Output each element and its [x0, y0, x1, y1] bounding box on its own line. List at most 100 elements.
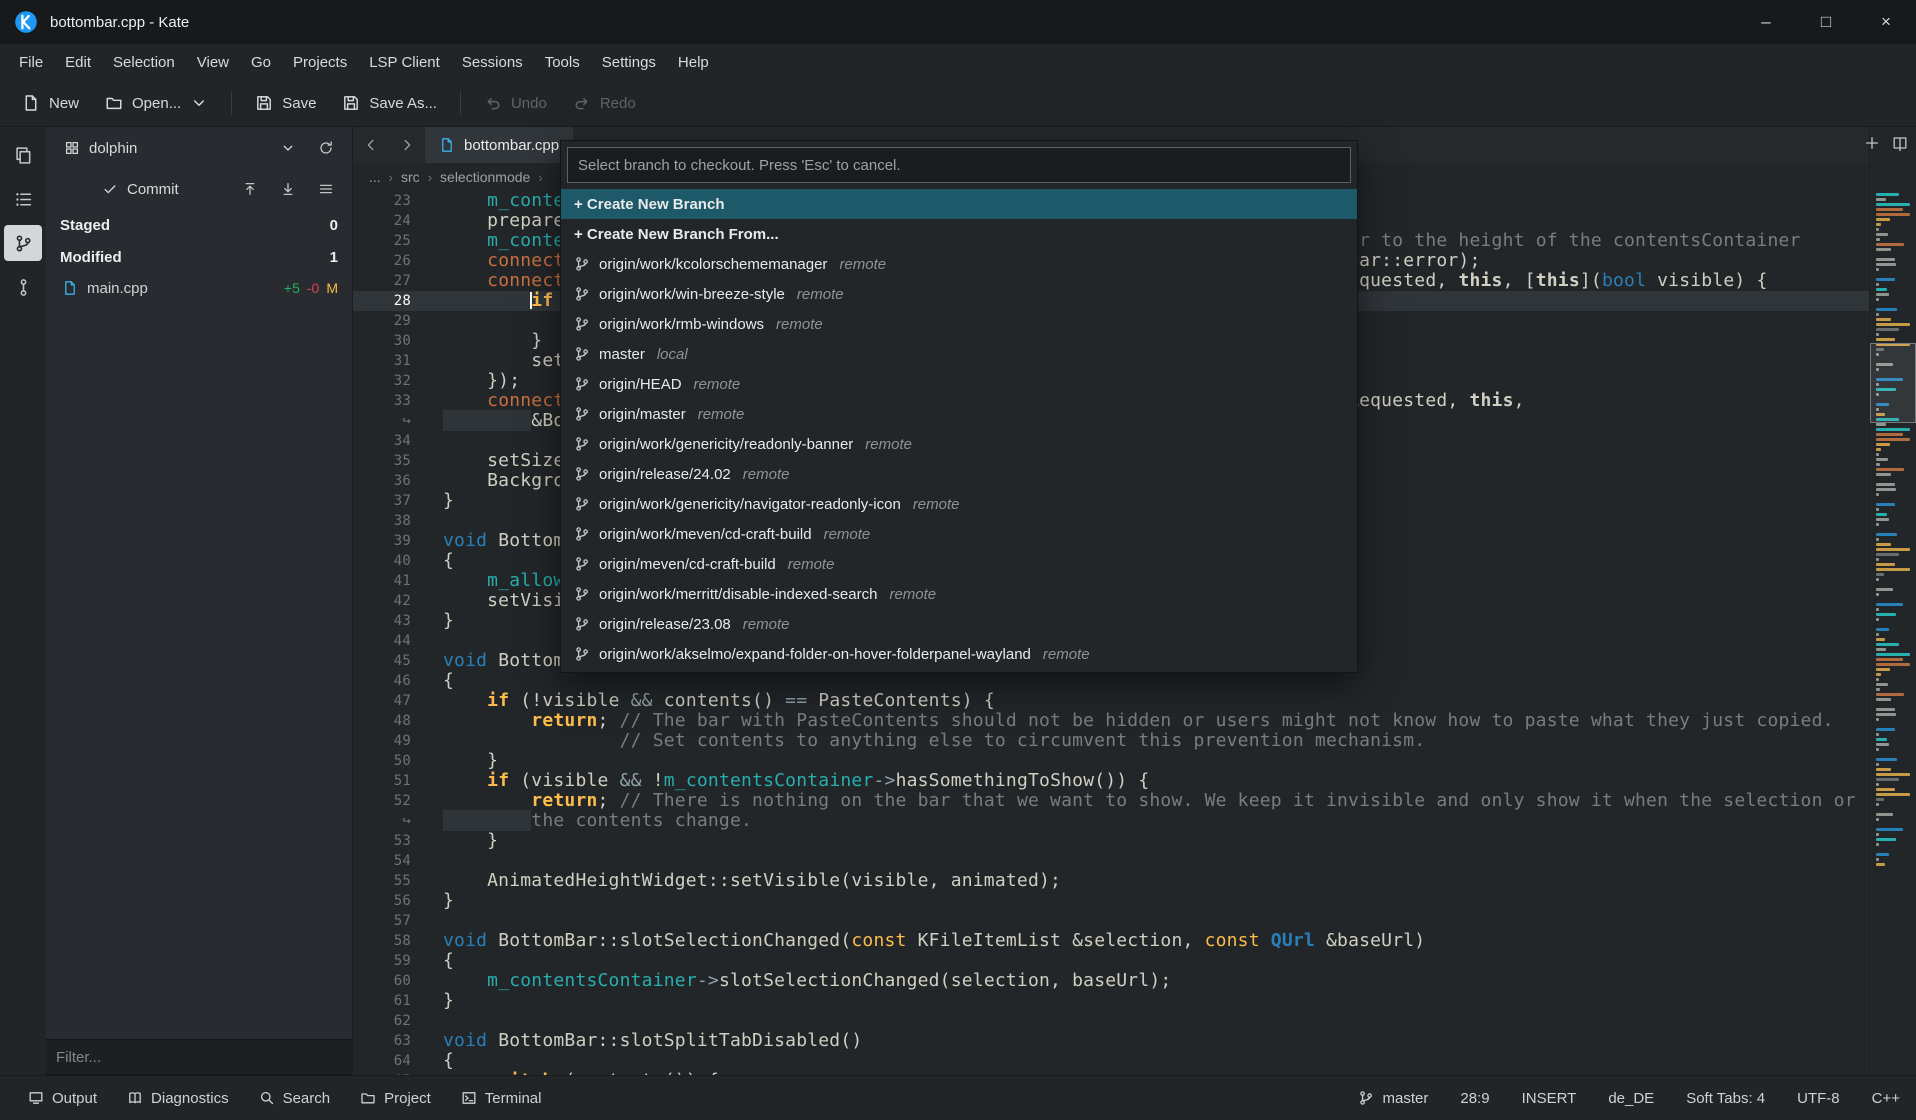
commits-toolview-button[interactable]	[4, 269, 42, 305]
line-number: 34	[353, 431, 427, 451]
branch-item[interactable]: origin/work/win-breeze-styleremote	[561, 279, 1357, 309]
line-number: 57	[353, 911, 427, 931]
branch-item[interactable]: origin/work/merritt/disable-indexed-sear…	[561, 579, 1357, 609]
new-button[interactable]: New	[10, 85, 91, 121]
project-selector[interactable]: dolphin	[56, 132, 304, 164]
history-back-button[interactable]	[353, 127, 389, 163]
code-line[interactable]: 48 return; // The bar with PasteContents…	[353, 711, 1869, 731]
menu-view[interactable]: View	[186, 44, 240, 80]
save-as-button[interactable]: Save As...	[330, 85, 449, 121]
commit-button[interactable]: Commit	[90, 173, 191, 205]
branch-filter-input[interactable]	[568, 157, 1350, 174]
branch-item[interactable]: origin/work/genericity/readonly-bannerre…	[561, 429, 1357, 459]
code-line[interactable]: 54	[353, 851, 1869, 871]
menu-go[interactable]: Go	[240, 44, 282, 80]
code-line[interactable]: 47 if (!visible && contents() == PasteCo…	[353, 691, 1869, 711]
git-toolview-button[interactable]	[4, 225, 42, 261]
push-button[interactable]	[234, 173, 266, 205]
menu-help[interactable]: Help	[667, 44, 720, 80]
code-line[interactable]: 53 }	[353, 831, 1869, 851]
menu-sessions[interactable]: Sessions	[451, 44, 534, 80]
search-panel-button[interactable]: Search	[247, 1081, 343, 1115]
branch-item[interactable]: + Create New Branch From...	[561, 219, 1357, 249]
code-line[interactable]: 64{	[353, 1051, 1869, 1071]
code-line[interactable]: ↪ the contents change.	[353, 811, 1869, 831]
menu-selection[interactable]: Selection	[102, 44, 186, 80]
branch-item[interactable]: origin/meven/cd-craft-buildremote	[561, 549, 1357, 579]
pull-button[interactable]	[272, 173, 304, 205]
breadcrumb-item-src[interactable]: src	[401, 169, 420, 185]
tab-bottombar-cpp[interactable]: bottombar.cpp	[425, 127, 573, 163]
branch-item[interactable]: origin/work/rmb-windowsremote	[561, 309, 1357, 339]
minimap[interactable]	[1869, 127, 1916, 1075]
input-mode[interactable]: INSERT	[1522, 1090, 1577, 1107]
branch-item[interactable]: origin/work/genericity/navigator-readonl…	[561, 489, 1357, 519]
branch-item[interactable]: origin/work/meven/cd-craft-buildremote	[561, 519, 1357, 549]
code-line[interactable]: 56}	[353, 891, 1869, 911]
output-panel-button[interactable]: Output	[16, 1081, 109, 1115]
git-file-row[interactable]: main.cpp+5-0M	[46, 273, 352, 303]
menu-tools[interactable]: Tools	[534, 44, 591, 80]
cursor-position[interactable]: 28:9	[1460, 1090, 1489, 1107]
code-line[interactable]: 55 AnimatedHeightWidget::setVisible(visi…	[353, 871, 1869, 891]
terminal-panel-button[interactable]: Terminal	[449, 1081, 554, 1115]
code-line[interactable]: 50 }	[353, 751, 1869, 771]
breadcrumb-item-[interactable]: ...	[369, 169, 381, 185]
history-forward-button[interactable]	[389, 127, 425, 163]
branch-item[interactable]: origin/work/kcolorschememanagerremote	[561, 249, 1357, 279]
menu-file[interactable]: File	[8, 44, 54, 80]
menu-settings[interactable]: Settings	[591, 44, 667, 80]
menu-edit[interactable]: Edit	[54, 44, 102, 80]
code-line[interactable]: 49 // Set contents to anything else to c…	[353, 731, 1869, 751]
diagnostics-panel-button[interactable]: Diagnostics	[115, 1081, 241, 1115]
git-section-staged[interactable]: Staged0	[46, 209, 352, 241]
code-text: }	[427, 991, 1869, 1011]
kate-window: bottombar.cpp - Kate – □ × FileEditSelec…	[0, 0, 1916, 1120]
code-line[interactable]: 59{	[353, 951, 1869, 971]
dictionary[interactable]: de_DE	[1608, 1090, 1654, 1107]
branch-item[interactable]: origin/masterremote	[561, 399, 1357, 429]
git-filter-input[interactable]	[46, 1039, 352, 1075]
undo-icon	[484, 94, 502, 112]
branch-item[interactable]: origin/HEADremote	[561, 369, 1357, 399]
refresh-button[interactable]	[310, 132, 342, 164]
git-menu-button[interactable]	[310, 173, 342, 205]
code-line[interactable]: 60 m_contentsContainer->slotSelectionCha…	[353, 971, 1869, 991]
highlighting-mode[interactable]: C++	[1872, 1090, 1900, 1107]
branch-item[interactable]: + Create New Branch	[561, 189, 1357, 219]
code-line[interactable]: 57	[353, 911, 1869, 931]
close-button[interactable]: ×	[1856, 0, 1916, 44]
branch-item[interactable]: origin/work/akselmo/expand-folder-on-hov…	[561, 639, 1357, 669]
git-section-modified[interactable]: Modified1	[46, 241, 352, 273]
code-line[interactable]: 58void BottomBar::slotSelectionChanged(c…	[353, 931, 1869, 951]
breadcrumb-item-selectionmode[interactable]: selectionmode	[440, 169, 530, 185]
git-branch-status[interactable]: master	[1358, 1090, 1429, 1107]
minimap-viewport[interactable]	[1870, 343, 1916, 423]
maximize-button[interactable]: □	[1796, 0, 1856, 44]
symbols-toolview-button[interactable]	[4, 181, 42, 217]
menu-lsp-client[interactable]: LSP Client	[358, 44, 451, 80]
tab-settings[interactable]: Soft Tabs: 4	[1686, 1090, 1765, 1107]
branch-item[interactable]: masterlocal	[561, 339, 1357, 369]
split-view-icon[interactable]	[1892, 135, 1908, 151]
documents-icon	[14, 146, 33, 165]
minimize-button[interactable]: –	[1736, 0, 1796, 44]
code-line[interactable]: 62	[353, 1011, 1869, 1031]
code-line[interactable]: 61}	[353, 991, 1869, 1011]
new-tab-plus-icon[interactable]	[1864, 135, 1880, 151]
code-line[interactable]: 52 return; // There is nothing on the ba…	[353, 791, 1869, 811]
code-line[interactable]: 65 switch (contents()) {	[353, 1071, 1869, 1075]
branch-item[interactable]: origin/release/24.02remote	[561, 459, 1357, 489]
code-text: return; // There is nothing on the bar t…	[427, 791, 1869, 811]
statusbar-left: OutputDiagnosticsSearchProjectTerminal	[16, 1081, 553, 1115]
encoding[interactable]: UTF-8	[1797, 1090, 1840, 1107]
project-panel-button[interactable]: Project	[348, 1081, 443, 1115]
open-button[interactable]: Open...	[93, 85, 220, 121]
code-line[interactable]: 46{	[353, 671, 1869, 691]
menu-projects[interactable]: Projects	[282, 44, 358, 80]
documents-toolview-button[interactable]	[4, 137, 42, 173]
save-button[interactable]: Save	[243, 85, 328, 121]
code-line[interactable]: 63void BottomBar::slotSplitTabDisabled()	[353, 1031, 1869, 1051]
code-line[interactable]: 51 if (visible && !m_contentsContainer->…	[353, 771, 1869, 791]
branch-item[interactable]: origin/release/23.08remote	[561, 609, 1357, 639]
